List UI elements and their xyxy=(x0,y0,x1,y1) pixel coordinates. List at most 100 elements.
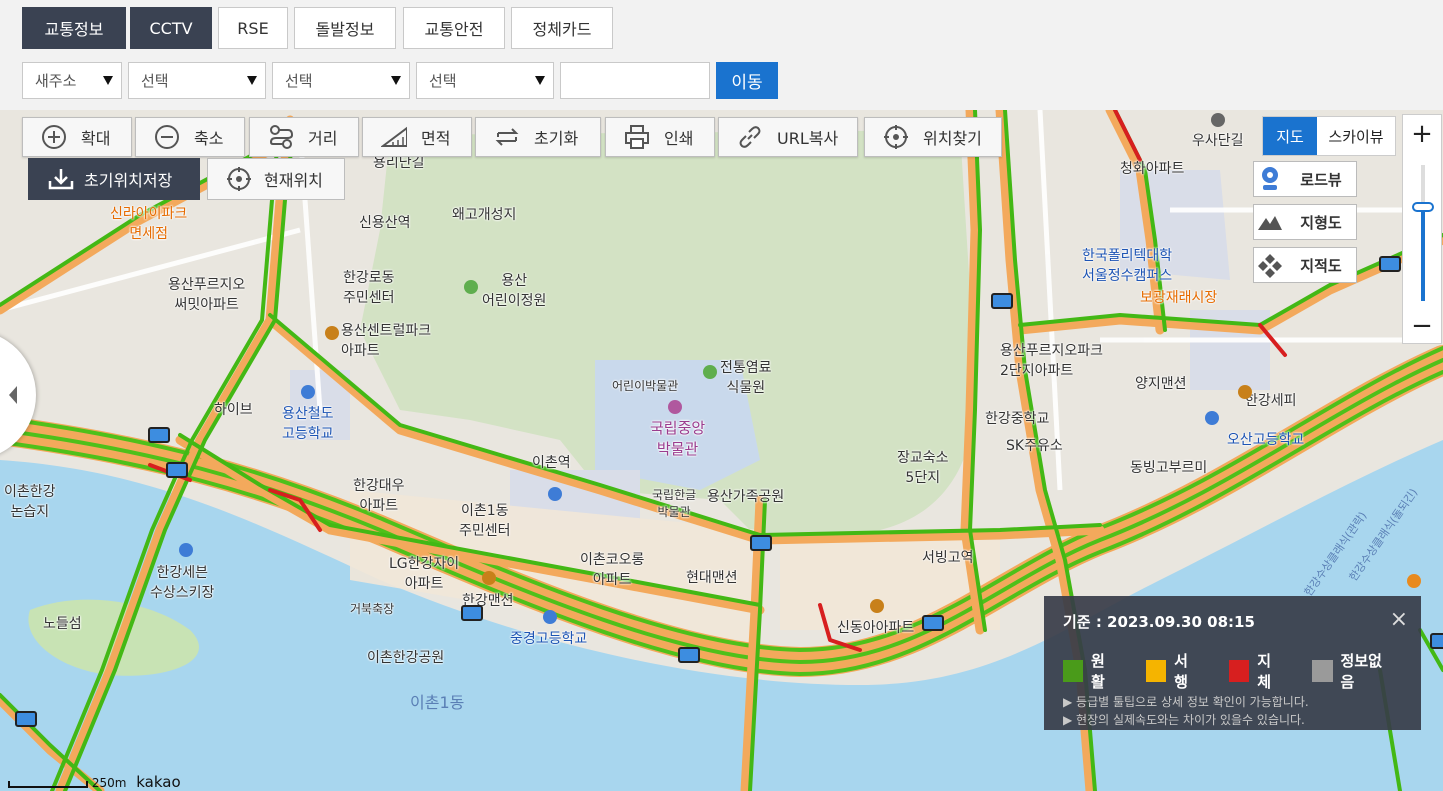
chevron-down-icon xyxy=(535,76,545,85)
region-select-2-value: 선택 xyxy=(285,72,313,90)
minus-circle-icon xyxy=(154,124,180,150)
crosshair-icon xyxy=(226,166,252,192)
landmark-icon[interactable] xyxy=(1211,113,1225,127)
region-select-1[interactable]: 선택 xyxy=(128,62,266,99)
terrain-button[interactable]: 지형도 xyxy=(1253,204,1357,240)
area-tool[interactable]: 면적 xyxy=(362,117,472,157)
leisure-icon[interactable] xyxy=(179,543,193,557)
url-copy-tool[interactable]: URL복사 xyxy=(718,117,858,157)
apartment-icon[interactable] xyxy=(325,326,339,340)
top-bar: 교통정보 CCTV RSE 돌발정보 교통안전 정체카드 새주소 선택 선택 선… xyxy=(0,0,1443,110)
label-railway-high: 용산철도 고등학교 xyxy=(282,406,334,442)
zoom-control: + − xyxy=(1402,114,1442,344)
zoom-slider-handle[interactable] xyxy=(1412,202,1434,212)
map-type-map[interactable]: 지도 xyxy=(1263,117,1317,155)
park-icon[interactable] xyxy=(464,280,478,294)
apartment-icon[interactable] xyxy=(482,571,496,585)
map-type-skyview[interactable]: 스카이뷰 xyxy=(1317,117,1395,155)
chevron-down-icon xyxy=(247,76,257,85)
url-copy-label: URL복사 xyxy=(777,129,839,148)
reset-tool[interactable]: 초기화 xyxy=(475,117,601,157)
legend-items: 원활 서행 지체 정보없음 xyxy=(1063,650,1421,692)
close-icon[interactable]: × xyxy=(1390,607,1408,632)
legend-label: 서행 xyxy=(1174,652,1188,691)
school-icon[interactable] xyxy=(548,487,562,501)
school-icon[interactable] xyxy=(301,385,315,399)
cctv-icon[interactable] xyxy=(166,462,188,478)
reset-label: 초기화 xyxy=(534,129,579,148)
legend-swatch xyxy=(1146,660,1167,682)
zoom-out-button[interactable]: − xyxy=(1403,307,1441,345)
label-sindong: 신동아아파트 xyxy=(837,620,915,636)
crosshair-icon xyxy=(883,124,909,150)
locate-label: 위치찾기 xyxy=(923,129,982,148)
address-type-value: 새주소 xyxy=(35,72,77,90)
chevron-down-icon xyxy=(103,76,113,85)
map-view[interactable]: 용산 어린이정원 국립중앙 박물관 어린이박물관 한강로동 주민센터 신용산역 … xyxy=(0,110,1443,791)
cctv-icon[interactable] xyxy=(991,293,1013,309)
label-shilla: 신라아이파크 면세점 xyxy=(110,206,188,242)
go-button[interactable]: 이동 xyxy=(716,62,778,99)
region-select-2[interactable]: 선택 xyxy=(272,62,410,99)
cadastral-button[interactable]: 지적도 xyxy=(1253,247,1357,283)
apartment-icon[interactable] xyxy=(1238,385,1252,399)
label-geobuk: 거북축장 xyxy=(350,602,395,616)
cctv-icon[interactable] xyxy=(148,427,170,443)
legend-label: 원활 xyxy=(1091,652,1105,691)
tab-traffic-info[interactable]: 교통정보 xyxy=(22,7,126,49)
tab-traffic-safety[interactable]: 교통안전 xyxy=(403,7,505,49)
legend-item-congested: 지체 xyxy=(1229,650,1282,692)
label-ichon-koorong: 이촌코오롱 아파트 xyxy=(580,552,645,588)
label-ichon-hangang-wetland: 이촌한강 논습지 xyxy=(4,484,56,520)
label-polytech: 한국폴리텍대학 서울정수캠퍼스 xyxy=(1082,248,1173,284)
roadview-button[interactable]: 로드뷰 xyxy=(1253,161,1357,197)
locate-tool[interactable]: 위치찾기 xyxy=(864,117,1002,157)
address-type-select[interactable]: 새주소 xyxy=(22,62,122,99)
label-hangangro-center: 한강로동 주민센터 xyxy=(343,270,395,306)
school-icon[interactable] xyxy=(543,610,557,624)
distance-tool[interactable]: 거리 xyxy=(249,117,359,157)
region-select-3[interactable]: 선택 xyxy=(416,62,554,99)
legend-note-1: ▶ 등급별 툴팁으로 상세 정보 확인이 가능합니다. xyxy=(1063,695,1309,709)
label-waego: 왜고개성지 xyxy=(452,207,517,223)
current-location-button[interactable]: 현재위치 xyxy=(207,158,345,200)
label-traditional-garden: 전통염료 식물원 xyxy=(720,360,772,396)
zoom-in-tool[interactable]: 확대 xyxy=(22,117,132,157)
label-museum-kid: 어린이박물관 xyxy=(612,379,679,393)
cctv-icon[interactable] xyxy=(15,711,37,727)
cafe-icon[interactable] xyxy=(1407,574,1421,588)
tab-incident-info[interactable]: 돌발정보 xyxy=(294,7,396,49)
cctv-icon[interactable] xyxy=(461,605,483,621)
label-sinyongsan: 신용산역 xyxy=(359,215,411,231)
legend-swatch xyxy=(1312,660,1333,682)
camera-icon xyxy=(1254,166,1286,192)
zoom-out-tool[interactable]: 축소 xyxy=(135,117,245,157)
ruler-icon xyxy=(381,124,407,150)
label-janggyo: 장교숙소 5단지 xyxy=(897,450,949,486)
label-central-park: 용산센트럴파크 아파트 xyxy=(341,323,432,359)
park-icon[interactable] xyxy=(703,365,717,379)
label-hangang-sebit: 한강세븐 수상스키장 xyxy=(150,565,215,601)
cctv-icon[interactable] xyxy=(750,535,772,551)
tab-congestion-card[interactable]: 정체카드 xyxy=(511,7,613,49)
label-yongsan-family: 용산가족공원 xyxy=(707,489,785,505)
tab-cctv[interactable]: CCTV xyxy=(130,7,212,49)
cctv-icon[interactable] xyxy=(1430,633,1443,649)
museum-icon[interactable] xyxy=(668,400,682,414)
school-icon[interactable] xyxy=(1205,411,1219,425)
zoom-in-button[interactable]: + xyxy=(1403,115,1441,153)
area-label: 면적 xyxy=(421,129,451,148)
print-tool[interactable]: 인쇄 xyxy=(605,117,715,157)
cctv-icon[interactable] xyxy=(1379,256,1401,272)
label-boguang: 보광재래시장 xyxy=(1140,290,1218,306)
cctv-icon[interactable] xyxy=(678,647,700,663)
cctv-icon[interactable] xyxy=(922,615,944,631)
save-initial-position-button[interactable]: 초기위치저장 xyxy=(28,158,200,200)
apartment-icon[interactable] xyxy=(870,599,884,613)
address-input[interactable] xyxy=(560,62,710,99)
tab-rse[interactable]: RSE xyxy=(218,7,288,49)
region-select-3-value: 선택 xyxy=(429,72,457,90)
legend-note-2: ▶ 현장의 실제속도와는 차이가 있을수 있습니다. xyxy=(1063,713,1305,727)
route-icon xyxy=(268,124,294,150)
zoom-out-label: 축소 xyxy=(194,129,224,148)
